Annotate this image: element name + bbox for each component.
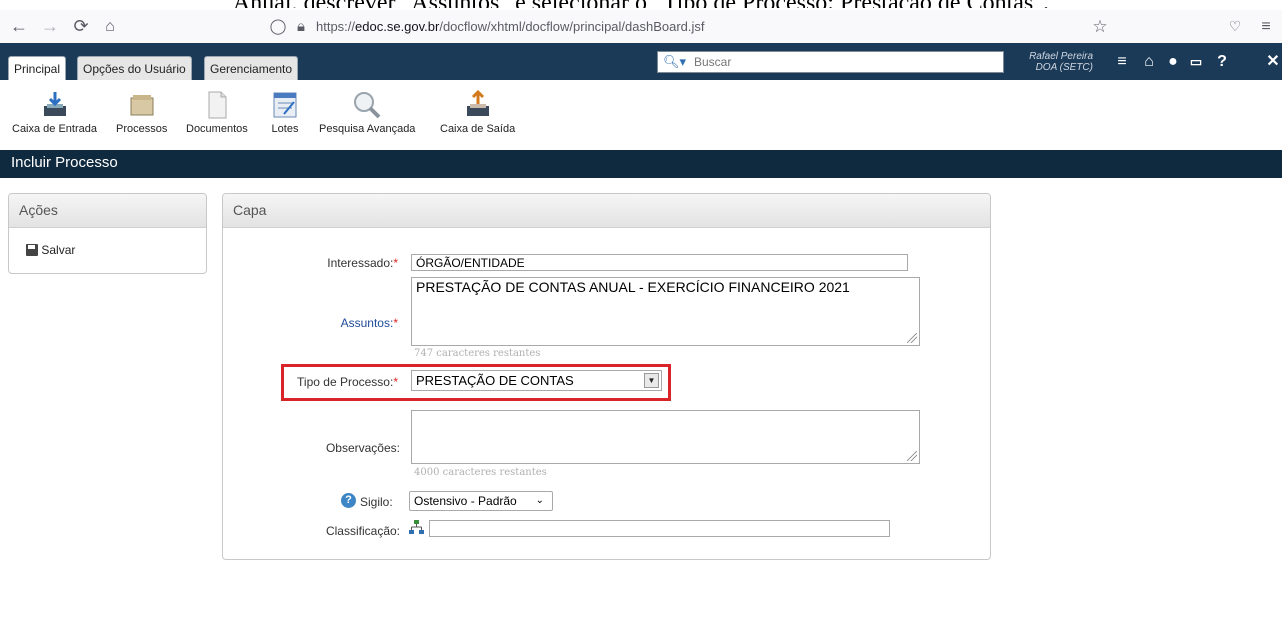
instruction-caption: Anual, descrever "Assuntos" e selecionar… bbox=[0, 0, 1282, 8]
resize-grip-icon[interactable] bbox=[907, 451, 917, 461]
toolbar-label: Processos bbox=[116, 123, 168, 135]
app-topbar: Principal Opções do Usuário Gerenciament… bbox=[0, 43, 1282, 80]
toolbar-label: Pesquisa Avançada bbox=[319, 123, 416, 135]
url-domain: edoc.se.gov.br bbox=[355, 19, 440, 34]
toolbar-label: Caixa de Saída bbox=[440, 123, 516, 135]
tab-principal[interactable]: Principal bbox=[8, 56, 67, 80]
actions-panel: Ações Salvar bbox=[8, 193, 207, 274]
toolbar-label: Caixa de Entrada bbox=[12, 123, 97, 135]
tab-gerenciamento[interactable]: Gerenciamento bbox=[204, 56, 299, 80]
lock-icon[interactable]: 🔒︎ bbox=[289, 10, 313, 43]
required-mark: * bbox=[393, 256, 398, 270]
assuntos-label: Assuntos:* bbox=[290, 316, 398, 330]
browser-toolbar: ← → ⟳ ⌂ ◯ 🔒︎ https://edoc.se.gov.br/docf… bbox=[0, 10, 1282, 43]
help-icon[interactable]: ? bbox=[341, 493, 356, 508]
toolbar-caixa-entrada[interactable]: Caixa de Entrada bbox=[12, 90, 97, 135]
save-icon bbox=[26, 244, 38, 256]
user-icon[interactable]: ● bbox=[1164, 53, 1182, 71]
inbox-icon bbox=[43, 92, 66, 116]
tab-label: Principal bbox=[14, 62, 61, 76]
outbox-icon bbox=[466, 90, 489, 116]
search-icon[interactable]: ⚲ bbox=[985, 49, 1000, 74]
url-path: /docflow/xhtml/docflow/principal/dashBoa… bbox=[439, 19, 705, 34]
toolbar-processos[interactable]: Processos bbox=[116, 90, 167, 135]
list-icon[interactable]: ≡ bbox=[1113, 53, 1131, 71]
user-name: Rafael Pereira bbox=[1029, 51, 1093, 62]
toolbar-pesquisa-avancada[interactable]: Pesquisa Avançada bbox=[319, 90, 415, 135]
toolbar-lotes[interactable]: Lotes bbox=[270, 90, 300, 135]
close-icon[interactable]: ✕ bbox=[1264, 53, 1282, 71]
menu-icon[interactable]: ≡ bbox=[1254, 10, 1278, 43]
folder-icon bbox=[130, 95, 154, 116]
tab-opcoes-usuario[interactable]: Opções do Usuário bbox=[77, 56, 192, 80]
shield-icon[interactable]: ◯ bbox=[266, 10, 290, 43]
capa-header: Capa bbox=[223, 194, 990, 228]
classificacao-label: Classificação: bbox=[325, 524, 400, 538]
classification-tree-icon[interactable] bbox=[409, 520, 424, 535]
required-mark: * bbox=[393, 316, 398, 330]
tab-label: Opções do Usuário bbox=[83, 62, 186, 76]
search-box[interactable]: 🔍︎▾ Buscar bbox=[657, 51, 1004, 73]
label-text: Assuntos: bbox=[340, 316, 394, 330]
interessado-field[interactable]: ÓRGÃO/ENTIDADE bbox=[411, 254, 908, 271]
page-title: Incluir Processo bbox=[11, 154, 118, 171]
observacoes-textarea[interactable] bbox=[411, 410, 920, 464]
interessado-label: Interessado:* bbox=[290, 256, 398, 270]
user-unit: DOA (SETC) bbox=[1035, 62, 1093, 73]
bookmark-star-icon[interactable]: ☆ bbox=[1088, 10, 1112, 43]
page-title-bar: Incluir Processo bbox=[0, 150, 1282, 178]
chevron-down-icon[interactable]: ⌄ bbox=[536, 492, 544, 510]
toolbar-label: Documentos bbox=[186, 123, 248, 135]
label-text: Interessado: bbox=[327, 256, 394, 270]
observacoes-label: Observações: bbox=[325, 441, 400, 455]
highlight-box bbox=[281, 364, 671, 401]
sigilo-select[interactable]: Ostensivo - Padrão ⌄ bbox=[409, 491, 553, 511]
resize-grip-icon[interactable] bbox=[907, 333, 917, 343]
forward-arrow-icon[interactable]: → bbox=[38, 10, 62, 43]
tab-label: Gerenciamento bbox=[210, 62, 293, 76]
sigilo-label: Sigilo: bbox=[360, 495, 393, 509]
pocket-icon[interactable]: ♡ bbox=[1223, 10, 1247, 43]
address-bar[interactable]: https://edoc.se.gov.br/docflow/xhtml/doc… bbox=[316, 10, 705, 43]
user-info: Rafael Pereira DOA (SETC) bbox=[1021, 51, 1093, 73]
assuntos-textarea[interactable]: PRESTAÇÃO DE CONTAS ANUAL - EXERCÍCIO FI… bbox=[411, 277, 920, 346]
url-prefix: https:// bbox=[316, 19, 356, 34]
document-icon bbox=[208, 91, 227, 119]
reload-icon[interactable]: ⟳ bbox=[69, 10, 93, 43]
assuntos-char-count: 747 caracteres restantes bbox=[414, 348, 541, 359]
magnifier-icon bbox=[354, 92, 381, 119]
assuntos-value: PRESTAÇÃO DE CONTAS ANUAL - EXERCÍCIO FI… bbox=[416, 279, 850, 295]
toolbar-label: Lotes bbox=[271, 123, 299, 135]
sigilo-value: Ostensivo - Padrão bbox=[414, 494, 517, 508]
observacoes-char-count: 4000 caracteres restantes bbox=[414, 467, 547, 478]
message-icon[interactable]: ▭ bbox=[1187, 53, 1205, 71]
actions-header: Ações bbox=[9, 194, 206, 228]
toolbar-documentos[interactable]: Documentos bbox=[186, 90, 248, 135]
back-arrow-icon[interactable]: ← bbox=[7, 10, 31, 43]
toolbar-caixa-saida[interactable]: Caixa de Saída bbox=[440, 90, 515, 135]
home-icon[interactable]: ⌂ bbox=[1140, 53, 1158, 71]
search-scope-icon[interactable]: 🔍︎▾ bbox=[663, 52, 686, 72]
save-button[interactable]: Salvar bbox=[26, 243, 75, 257]
main-toolbar: Caixa de Entrada Processos Documentos Lo… bbox=[0, 80, 1282, 150]
classificacao-field[interactable] bbox=[429, 520, 890, 537]
home-icon[interactable]: ⌂ bbox=[98, 10, 122, 43]
search-input[interactable]: Buscar bbox=[694, 52, 731, 72]
batch-icon bbox=[273, 92, 297, 118]
interessado-value: ÓRGÃO/ENTIDADE bbox=[416, 256, 525, 270]
save-label: Salvar bbox=[41, 243, 76, 257]
help-icon[interactable]: ? bbox=[1213, 53, 1231, 71]
